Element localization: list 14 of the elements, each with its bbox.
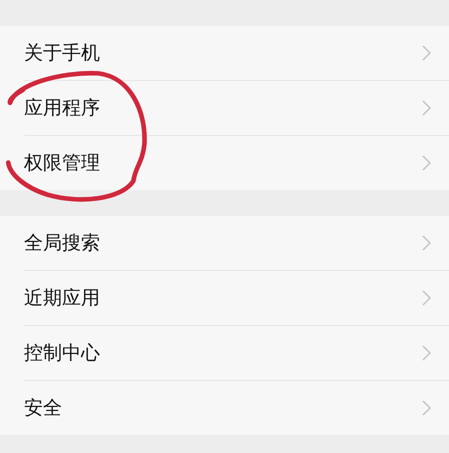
chevron-right-icon (422, 345, 431, 361)
chevron-right-icon (422, 400, 431, 416)
menu-item-label[interactable]: 全局搜索 (24, 230, 100, 256)
menu-item-label[interactable]: 关于手机 (24, 40, 100, 66)
chevron-right-icon (422, 235, 431, 251)
chevron-right-icon (422, 100, 431, 116)
menu-item-label[interactable]: 应用程序 (24, 95, 100, 121)
menu-item-label[interactable]: 控制中心 (24, 340, 100, 366)
menu-item-label[interactable]: 近期应用 (24, 285, 100, 311)
menu-item-label[interactable]: 权限管理 (24, 150, 100, 176)
chevron-right-icon (422, 290, 431, 306)
menu-item-label[interactable]: 安全 (24, 395, 62, 421)
chevron-right-icon (422, 45, 431, 61)
chevron-right-icon (422, 155, 431, 171)
